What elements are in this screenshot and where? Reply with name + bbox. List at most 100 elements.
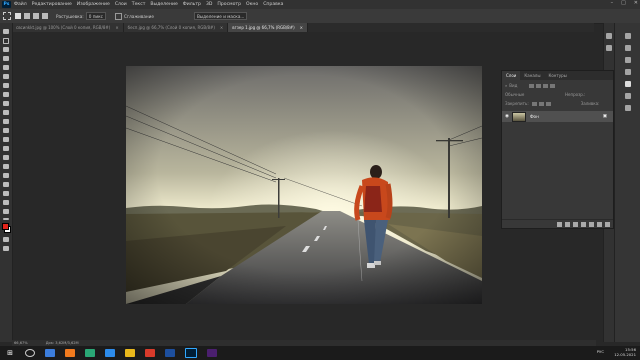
explorer-icon[interactable] — [125, 349, 135, 357]
screen-mode-icon[interactable] — [3, 246, 9, 251]
lock-pixels-icon[interactable] — [531, 101, 537, 106]
menu-image[interactable]: Изображение — [77, 2, 110, 7]
history-panel-icon[interactable] — [606, 33, 612, 39]
eyedropper-tool-icon[interactable] — [3, 83, 9, 88]
link-layers-icon[interactable] — [557, 221, 562, 227]
media-player-icon[interactable] — [145, 349, 155, 357]
adjustments-panel-icon[interactable] — [625, 69, 631, 75]
new-layer-icon[interactable] — [597, 221, 602, 227]
filter-pixel-icon[interactable] — [529, 83, 535, 88]
task-view-icon[interactable] — [45, 349, 55, 357]
tab-layers[interactable]: Слои — [502, 71, 521, 80]
intersect-selection-icon[interactable] — [42, 13, 48, 19]
layer-name[interactable]: Фон — [530, 114, 539, 119]
tab-channels[interactable]: Каналы — [520, 71, 544, 80]
add-mask-icon[interactable] — [573, 221, 578, 227]
word-icon[interactable] — [165, 349, 175, 357]
firefox-icon[interactable] — [65, 349, 75, 357]
healing-brush-tool-icon[interactable] — [3, 92, 9, 97]
select-and-mask-button[interactable]: Выделение и маска... — [193, 12, 248, 20]
color-panel-icon[interactable] — [625, 33, 631, 39]
system-tray[interactable]: РУС 15:56 12.05.2021 — [597, 347, 636, 357]
new-group-icon[interactable] — [589, 221, 594, 227]
frame-tool-icon[interactable] — [3, 74, 9, 79]
paths-panel-icon[interactable] — [625, 105, 631, 111]
layer-row-background[interactable]: ◉ Фон ▣ — [502, 111, 613, 122]
subtract-selection-icon[interactable] — [33, 13, 39, 19]
menu-edit[interactable]: Редактирование — [32, 2, 72, 7]
photoshop-taskbar-icon[interactable] — [185, 348, 197, 358]
tab-document-3[interactable]: вгзер 1.jpg @ 66,7% (RGB/8#) × — [228, 23, 308, 32]
close-icon[interactable]: × — [115, 25, 118, 30]
menu-layers[interactable]: Слои — [115, 2, 127, 7]
rectangle-tool-icon[interactable] — [3, 191, 9, 196]
menu-file[interactable]: Файл — [14, 2, 27, 7]
delete-layer-icon[interactable] — [605, 221, 610, 227]
menu-text[interactable]: Текст — [132, 2, 146, 7]
adjustment-layer-icon[interactable] — [581, 221, 586, 227]
layers-panel-icon[interactable] — [625, 81, 631, 87]
hand-tool-icon[interactable] — [3, 200, 9, 205]
telegram-icon[interactable] — [105, 349, 115, 357]
premiere-taskbar-icon[interactable] — [207, 349, 217, 357]
menu-window[interactable]: Окно — [246, 2, 258, 7]
close-icon[interactable]: × — [220, 25, 223, 30]
blur-tool-icon[interactable] — [3, 146, 9, 151]
filter-adjustment-icon[interactable] — [536, 83, 542, 88]
properties-panel-icon[interactable] — [606, 45, 612, 51]
blend-mode-select[interactable]: Обычные — [505, 92, 565, 97]
clone-stamp-tool-icon[interactable] — [3, 110, 9, 115]
menu-filter[interactable]: Фильтр — [183, 2, 201, 7]
tab-document-1[interactable]: cвсиnkkt.jpg @ 100% (Слой 0 копия, RGB/8… — [12, 23, 124, 32]
gradient-tool-icon[interactable] — [3, 137, 9, 142]
libraries-panel-icon[interactable] — [625, 57, 631, 63]
maximize-button[interactable]: □ — [621, 0, 626, 6]
menu-view[interactable]: Просмотр — [217, 2, 241, 7]
channels-panel-icon[interactable] — [625, 93, 631, 99]
marquee-tool-icon[interactable] — [3, 12, 11, 20]
add-selection-icon[interactable] — [24, 13, 30, 19]
type-tool-icon[interactable] — [3, 173, 9, 178]
language-indicator[interactable]: РУС — [597, 349, 604, 354]
magic-wand-tool-icon[interactable] — [3, 56, 9, 61]
brush-tool-icon[interactable] — [3, 101, 9, 106]
move-tool-icon[interactable] — [3, 29, 9, 34]
quick-mask-icon[interactable] — [3, 237, 9, 242]
path-selection-tool-icon[interactable] — [3, 182, 9, 187]
minimize-button[interactable]: – — [611, 0, 614, 6]
eraser-tool-icon[interactable] — [3, 128, 9, 133]
more-tools-icon[interactable] — [3, 218, 9, 220]
tab-document-2[interactable]: бесп.jpg @ 66,7% (Слой 0 копия, RGB/8#) × — [123, 23, 229, 32]
foreground-color-swatch[interactable] — [2, 223, 9, 230]
zoom-tool-icon[interactable] — [3, 209, 9, 214]
menu-help[interactable]: Справка — [263, 2, 283, 7]
eye-icon[interactable]: ◉ — [505, 114, 509, 119]
feather-input[interactable]: 0 пикс — [85, 12, 106, 20]
filter-search-icon[interactable]: ⌕ — [505, 83, 507, 88]
swatches-panel-icon[interactable] — [625, 45, 631, 51]
menu-select[interactable]: Выделение — [150, 2, 177, 7]
layer-filter-dropdown[interactable]: Вид — [509, 83, 529, 88]
filter-shape-icon[interactable] — [550, 83, 556, 88]
windows-start-icon[interactable]: ⊞ — [5, 349, 15, 357]
photoshop-logo-icon[interactable]: Ps — [2, 1, 11, 8]
close-button[interactable]: ✕ — [634, 0, 638, 6]
search-icon[interactable] — [25, 349, 35, 357]
antialias-checkbox[interactable] — [115, 12, 122, 20]
document-canvas[interactable] — [126, 66, 482, 304]
new-selection-icon[interactable] — [15, 13, 21, 19]
lasso-tool-icon[interactable] — [3, 47, 9, 52]
lock-all-icon[interactable] — [545, 101, 551, 106]
lock-position-icon[interactable] — [538, 101, 544, 106]
menu-3d[interactable]: 3D — [206, 2, 212, 7]
history-brush-tool-icon[interactable] — [3, 119, 9, 124]
close-icon[interactable]: × — [300, 25, 303, 30]
filter-type-icon[interactable] — [543, 83, 549, 88]
marquee-tool-icon[interactable] — [3, 38, 9, 44]
add-style-icon[interactable] — [565, 221, 570, 227]
tab-paths[interactable]: Контуры — [544, 71, 570, 80]
crop-tool-icon[interactable] — [3, 65, 9, 70]
zoom-level[interactable]: 66,67% — [14, 341, 28, 345]
dodge-tool-icon[interactable] — [3, 155, 9, 160]
chrome-icon[interactable] — [85, 349, 95, 357]
